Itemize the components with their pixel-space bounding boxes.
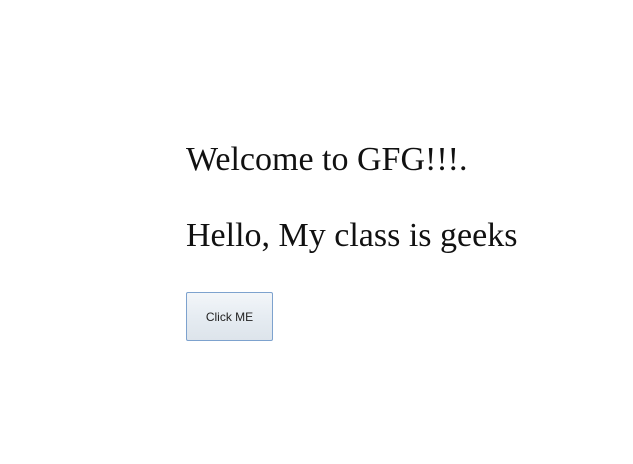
- click-me-button[interactable]: Click ME: [186, 292, 273, 341]
- class-message: Hello, My class is geeks: [186, 217, 518, 254]
- content-area: Welcome to GFG!!!. Hello, My class is ge…: [186, 138, 517, 341]
- welcome-heading: Welcome to GFG!!!.: [186, 141, 468, 178]
- page: Welcome to GFG!!!. Hello, My class is ge…: [0, 0, 633, 464]
